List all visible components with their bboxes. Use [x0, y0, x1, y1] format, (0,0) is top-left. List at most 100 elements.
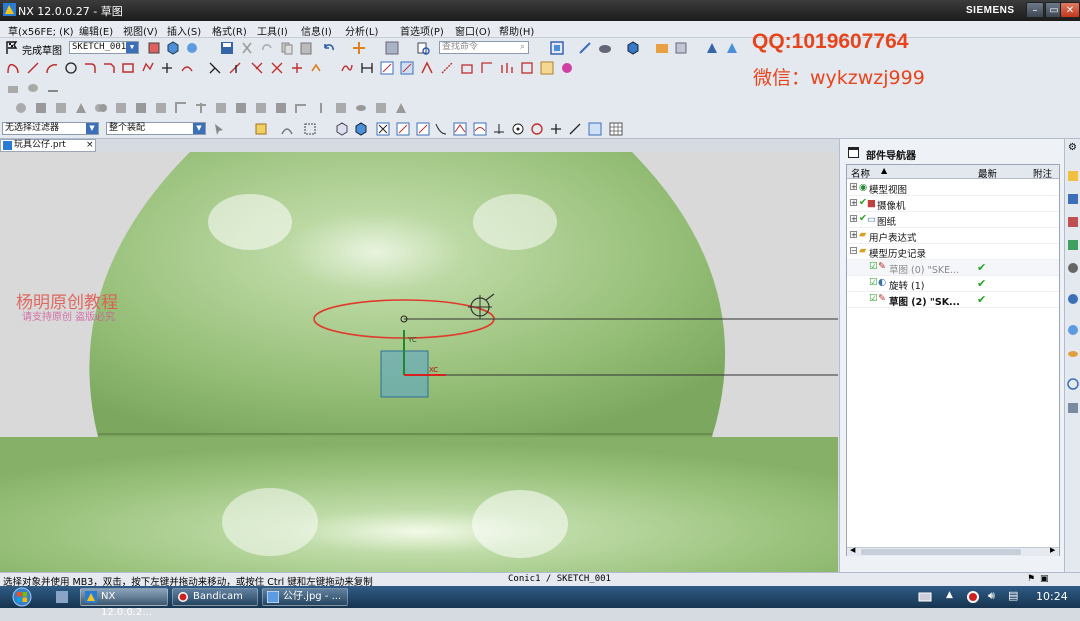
snap-arc-center-icon[interactable]	[453, 122, 467, 136]
select-feature-icon[interactable]	[213, 122, 227, 136]
command-finder-icon[interactable]	[416, 41, 430, 55]
animate-dimension-icon[interactable]	[460, 61, 474, 75]
studio-spline-icon[interactable]	[340, 61, 354, 75]
pocket-icon[interactable]	[54, 101, 68, 115]
checkbox-icon[interactable]: ☑	[869, 277, 878, 288]
snap-point-on-surface-icon[interactable]	[511, 122, 525, 136]
snap-midpoint-icon[interactable]	[396, 122, 410, 136]
expand-icon[interactable]: +	[850, 215, 857, 223]
reattach-icon[interactable]	[185, 41, 199, 55]
system-clock[interactable]: 10:24	[1036, 590, 1068, 603]
status-flag-icon[interactable]: ⚑	[1027, 574, 1035, 584]
line-icon[interactable]	[26, 61, 40, 75]
menu-preferences[interactable]: 首选项(P)	[400, 23, 444, 38]
sketch-name-select[interactable]: SKETCH_001 ▼	[69, 41, 139, 54]
general-object-icon[interactable]	[254, 122, 268, 136]
menu-sketch[interactable]: 草(x56FE; (K)	[8, 23, 74, 38]
touch-mode-icon[interactable]	[385, 41, 399, 55]
more-features-icon[interactable]	[46, 81, 60, 95]
web-browser-icon[interactable]	[1066, 292, 1080, 306]
tree-item-sketch-2[interactable]: ☑ ✎ 草图 (2) "SK... ✔	[847, 292, 1059, 308]
convert-reference-icon[interactable]	[440, 61, 454, 75]
chamfer-icon[interactable]	[102, 61, 116, 75]
tree-item-drawings[interactable]: + ✔ ▭ 图纸	[847, 212, 1059, 228]
arc-icon[interactable]	[45, 61, 59, 75]
sketch-relations-icon[interactable]	[520, 61, 534, 75]
menu-info[interactable]: 信息(I)	[301, 23, 332, 38]
status-window-icon[interactable]: ▣	[1040, 574, 1049, 584]
part-navigator-icon[interactable]	[1066, 215, 1080, 229]
menu-view[interactable]: 视图(V)	[123, 23, 158, 38]
paste-icon[interactable]	[299, 41, 313, 55]
fit-view-icon[interactable]	[550, 41, 564, 55]
taskbar-image-viewer-button[interactable]: 公仔.jpg - ...	[262, 588, 348, 606]
menu-tools[interactable]: 工具(I)	[257, 23, 288, 38]
derived-line-icon[interactable]	[270, 61, 284, 75]
point-icon[interactable]	[160, 61, 174, 75]
tree-item-sketch-0[interactable]: ☑ ✎ 草图 (0) "SKE... ✔	[847, 260, 1059, 276]
menu-help[interactable]: 帮助(H)	[499, 23, 534, 38]
network-icon[interactable]: ▤	[1008, 589, 1018, 602]
alternate-solution-icon[interactable]	[480, 61, 494, 75]
assembly-navigator-icon[interactable]	[1066, 169, 1080, 183]
selection-icon[interactable]	[725, 41, 739, 55]
circle-icon[interactable]	[64, 61, 78, 75]
save-icon[interactable]	[220, 41, 234, 55]
snap-endpoint-icon[interactable]	[376, 122, 390, 136]
roles-icon[interactable]	[1066, 401, 1080, 415]
checkbox-icon[interactable]: ☑	[869, 293, 878, 304]
update-model-icon[interactable]	[540, 61, 554, 75]
mirror-feature-icon[interactable]	[194, 101, 208, 115]
repeat-command-icon[interactable]	[352, 41, 366, 55]
boss-icon[interactable]	[34, 101, 48, 115]
pattern-feature-icon[interactable]	[174, 101, 188, 115]
navigator-window-icon[interactable]	[848, 147, 859, 158]
snap-control-point-icon[interactable]	[416, 122, 430, 136]
reuse-library-icon[interactable]	[1066, 238, 1080, 252]
pinned-app-icon[interactable]	[55, 590, 69, 604]
snap-point-on-curve-icon[interactable]	[492, 122, 506, 136]
keyboard-icon[interactable]	[918, 591, 932, 603]
menu-analysis[interactable]: 分析(L)	[345, 23, 378, 38]
system-materials-icon[interactable]	[1066, 347, 1080, 361]
graphics-window[interactable]: YC XC 杨明原创教程 请支持原创 盗版必究	[0, 152, 838, 572]
chamfer-feature-icon[interactable]	[154, 101, 168, 115]
tree-item-user-expressions[interactable]: + ▰ 用户表达式	[847, 228, 1059, 244]
menu-edit[interactable]: 编辑(E)	[79, 23, 113, 38]
tree-item-model-views[interactable]: + ◉ 模型视图	[847, 180, 1059, 196]
hole-icon[interactable]	[14, 101, 28, 115]
menu-window[interactable]: 窗口(O)	[455, 23, 491, 38]
expand-icon[interactable]: +	[850, 183, 857, 191]
column-name[interactable]: 名称	[851, 166, 870, 180]
selection-filter-select[interactable]: 无选择过滤器 ▼	[2, 122, 99, 135]
taskbar-nx-button[interactable]: NX 12.0.0.2...	[80, 588, 168, 618]
rectangle-select-icon[interactable]	[303, 122, 317, 136]
model-canvas[interactable]: YC XC	[0, 152, 838, 572]
checkbox-icon[interactable]: ☑	[869, 261, 878, 272]
volume-icon[interactable]: 🔊︎	[988, 589, 995, 603]
offset-face-icon[interactable]	[274, 101, 288, 115]
boolean-unite-icon[interactable]	[94, 101, 108, 115]
reattach-sketch-icon[interactable]	[560, 61, 574, 75]
trim-body-icon[interactable]	[234, 101, 248, 115]
command-search-input[interactable]: 查找命令 ⌕	[439, 41, 529, 54]
quick-trim-icon[interactable]	[208, 61, 222, 75]
polygon-icon[interactable]	[141, 61, 155, 75]
process-studio-icon[interactable]	[1066, 377, 1080, 391]
tree-item-revolve-1[interactable]: ☑ ◐ 旋转 (1) ✔	[847, 276, 1059, 292]
tree-item-model-history[interactable]: − ▰ 模型历史记录	[847, 244, 1059, 260]
sketch-view-icon[interactable]	[166, 41, 180, 55]
assembly-scope-select[interactable]: 整个装配 ▼	[106, 122, 206, 135]
make-corner-icon[interactable]	[250, 61, 264, 75]
menu-format[interactable]: 格式(R)	[212, 23, 247, 38]
history-icon[interactable]	[1066, 323, 1080, 337]
horizontal-scrollbar[interactable]: ◀ ▶	[847, 546, 1059, 556]
tab-close-button[interactable]: ×	[86, 140, 94, 151]
profile-icon[interactable]	[6, 61, 20, 75]
menu-insert[interactable]: 插入(S)	[167, 23, 201, 38]
snap-quadrant-icon[interactable]	[473, 122, 487, 136]
show-constraints-icon[interactable]	[400, 61, 414, 75]
snap-line-icon[interactable]	[568, 122, 582, 136]
hd3d-tools-icon[interactable]	[1066, 261, 1080, 275]
tree-item-camera[interactable]: + ✔ ■ 摄像机	[847, 196, 1059, 212]
